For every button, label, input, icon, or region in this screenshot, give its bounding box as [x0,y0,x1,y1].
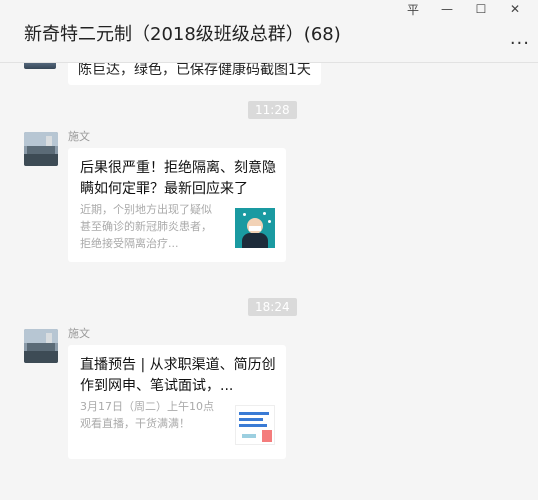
sender-name: 施文 [68,130,90,143]
sender-name: 施文 [68,327,90,340]
timestamp: 18:24 [248,298,297,316]
avatar[interactable] [24,63,56,69]
timestamp: 11:28 [248,101,297,119]
link-card[interactable]: 直播预告 | 从求职渠道、简历创作到网申、笔试面试，... 3月17日（周二）上… [68,345,286,459]
title-bar: 新奇特二元制（2018级班级总群）(68) 平 — ☐ ✕ ... [0,0,538,63]
window-controls: 平 — ☐ ✕ [396,0,532,18]
message-list[interactable]: 陈巨达，绿色，已保存健康码截图1天 11:28 施文 后果很严重！拒绝隔离、刻意… [0,63,538,500]
more-options-icon[interactable]: ... [510,28,530,49]
avatar[interactable] [24,329,58,363]
text-message[interactable]: 陈巨达，绿色，已保存健康码截图1天 [68,63,321,85]
link-card[interactable]: 后果很严重！拒绝隔离、刻意隐瞒如何定罪？最新回应来了 近期，个别地方出现了疑似甚… [68,148,286,262]
minimize-icon[interactable]: — [430,0,464,18]
card-description: 3月17日（周二）上午10点观看直播，干货满满！ [80,400,214,430]
card-thumbnail [235,405,275,445]
chat-title: 新奇特二元制（2018级班级总群）(68) [24,24,341,45]
card-title: 直播预告 | 从求职渠道、简历创作到网申、笔试面试，... [80,357,276,394]
card-thumbnail [235,208,275,248]
avatar[interactable] [24,132,58,166]
pin-icon[interactable]: 平 [396,0,430,18]
card-title: 后果很严重！拒绝隔离、刻意隐瞒如何定罪？最新回应来了 [80,160,276,197]
close-icon[interactable]: ✕ [498,0,532,18]
card-description: 近期，个别地方出现了疑似甚至确诊的新冠肺炎患者，拒绝接受隔离治疗... [80,203,212,250]
maximize-icon[interactable]: ☐ [464,0,498,18]
